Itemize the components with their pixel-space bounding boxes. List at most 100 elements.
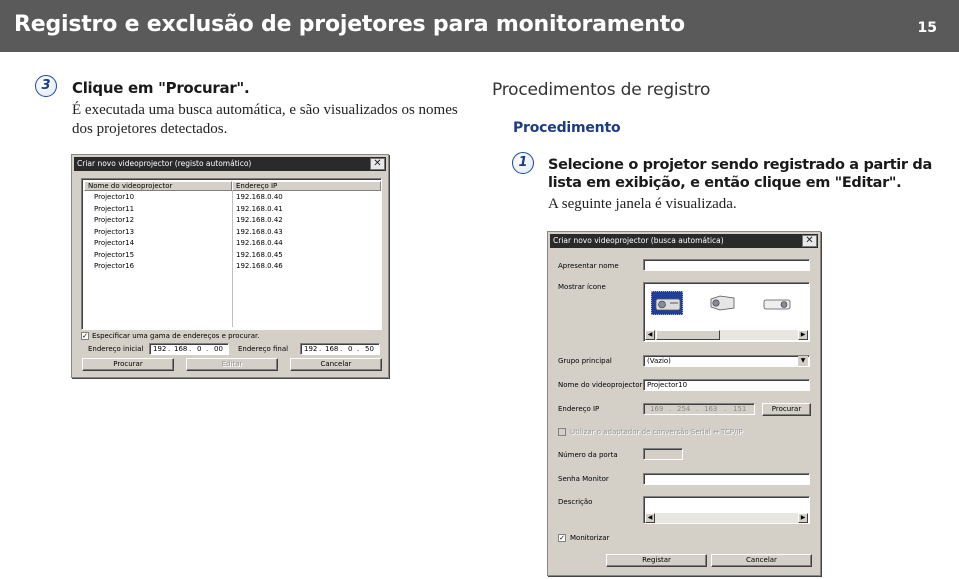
port-field[interactable] [643,448,683,460]
table-row[interactable]: Projector11 192.168.0.41 [84,204,384,216]
start-address-field[interactable]: 192 . 168 . 0 . 00 [149,343,229,355]
ip-octet: 254 [677,405,691,413]
search-dialog-title: Criar novo videoprojector (registo autom… [77,159,252,168]
step-1-text: A seguinte janela é visualizada. [548,196,737,212]
ip-search-button[interactable]: Procurar [762,403,811,416]
projector-list[interactable]: Nome do videoprojector Endereço IP Proje… [81,178,382,330]
search-dialog: Criar novo videoprojector (registo autom… [71,154,389,378]
display-name-label: Apresentar nome [558,262,619,270]
step-3-title: Clique em "Procurar". [72,79,250,97]
end-address-label: Endereço final [238,345,289,353]
monitor-checkbox[interactable]: ✓ [558,534,566,542]
ip-separator: . [340,345,343,353]
projector-icon-3[interactable] [761,291,793,315]
monitor-checkbox-label: Monitorizar [570,534,610,542]
port-label: Número da porta [558,451,618,459]
close-icon[interactable]: ✕ [802,235,817,247]
register-button[interactable]: Registar [606,554,707,567]
cancel-button[interactable]: Cancelar [711,554,812,567]
range-checkbox[interactable]: ✓ [81,332,89,340]
ip-address-label: Endereço IP [558,405,600,413]
scroll-left-icon[interactable]: ◀ [645,513,655,523]
table-row[interactable]: Projector12 192.168.0.42 [84,215,384,227]
row-name: Projector14 [94,239,135,247]
range-checkbox-label: Especificar uma gama de endereços e proc… [92,332,260,340]
edit-dialog-title: Criar novo videoprojector (busca automát… [553,236,724,245]
ip-address-field[interactable]: 169 . 254 . 163 . 151 [643,403,755,415]
icon-list[interactable]: ◀ ▶ [643,282,810,342]
description-scrollbar[interactable]: ◀ ▶ [645,513,808,523]
icon-scrollbar[interactable]: ◀ ▶ [645,330,808,340]
row-ip: 192.168.0.41 [236,204,283,213]
scroll-thumb[interactable] [656,330,720,340]
ip-octet: 0 [197,345,202,353]
ip-octet: 00 [214,345,223,353]
description-field[interactable]: ◀ ▶ [643,496,810,524]
projector-icon [655,298,681,311]
table-row[interactable]: Projector15 192.168.0.45 [84,250,384,262]
step-3-badge: 3 [35,75,57,97]
scroll-right-icon[interactable]: ▶ [798,513,808,523]
page-header: Registro e exclusão de projetores para m… [0,0,959,52]
column-header-name[interactable]: Nome do videoprojector [84,181,232,191]
group-label: Grupo principal [558,357,612,365]
ip-separator: . [319,345,322,353]
monitor-password-label: Senha Monitor [558,475,609,483]
ip-octet: 50 [365,345,374,353]
projector-name-field[interactable]: Projector10 [643,379,810,391]
row-name: Projector15 [94,250,135,259]
projector-icon-2[interactable] [706,291,738,315]
projector-icon [710,295,735,311]
table-row[interactable]: Projector10 192.168.0.40 [84,192,384,204]
edit-button[interactable]: Editar [186,358,278,371]
ip-separator: . [724,405,727,413]
description-label: Descrição [558,498,593,506]
ip-separator: . [206,345,209,353]
ip-octet: 0 [348,345,353,353]
step-1-title: Selecione o projetor sendo registrado a … [548,157,932,191]
monitor-password-field[interactable] [643,473,810,485]
scroll-right-icon[interactable]: ▶ [798,330,808,340]
row-name: Projector11 [94,204,135,213]
search-button[interactable]: Procurar [82,358,174,371]
table-row[interactable]: Projector14 192.168.0.44 [84,238,384,250]
ip-octet: 192 [304,345,318,353]
start-address-label: Endereço inicial [88,345,144,353]
icon-label: Mostrar ícone [558,283,606,291]
cancel-button[interactable]: Cancelar [290,358,382,371]
procedure-subheading: Procedimento [513,120,621,136]
row-name: Projector12 [94,216,135,224]
ip-octet: 192 [153,345,167,353]
adapter-checkbox-label: Utilizar o adaptador de conversão Serial… [570,428,743,436]
close-icon[interactable]: ✕ [370,158,385,170]
projector-icon [763,299,791,310]
group-select-value: (Vazio) [647,357,671,365]
ip-octet: 168 [174,345,188,353]
row-name: Projector13 [94,227,135,236]
table-row[interactable]: Projector16 192.168.0.46 [84,261,384,273]
projector-name-label: Nome do videoprojector [558,381,643,389]
ip-separator: . [669,405,672,413]
column-header-ip[interactable]: Endereço IP [232,181,381,191]
row-ip: 192.168.0.42 [236,216,283,224]
row-ip: 192.168.0.45 [236,250,283,259]
end-address-field[interactable]: 192 . 168 . 0 . 50 [300,343,380,355]
adapter-checkbox[interactable] [558,428,566,436]
step-1-badge: 1 [512,152,534,174]
display-name-field[interactable] [643,259,810,271]
edit-dialog-titlebar: Criar novo videoprojector (busca automát… [550,234,818,248]
ip-octet: 151 [733,405,747,413]
row-ip: 192.168.0.46 [236,262,283,270]
table-row[interactable]: Projector13 192.168.0.43 [84,227,384,239]
chevron-down-icon[interactable]: ▼ [798,356,808,366]
group-select[interactable]: (Vazio) ▼ [643,355,810,367]
ip-separator: . [357,345,360,353]
projector-icon-selected[interactable] [651,291,683,315]
row-name: Projector10 [94,193,135,201]
scroll-left-icon[interactable]: ◀ [645,330,655,340]
row-name: Projector16 [94,262,135,270]
procedures-heading: Procedimentos de registro [492,80,711,100]
ip-separator: . [168,345,171,353]
row-ip: 192.168.0.43 [236,227,283,236]
ip-octet: 163 [704,405,718,413]
